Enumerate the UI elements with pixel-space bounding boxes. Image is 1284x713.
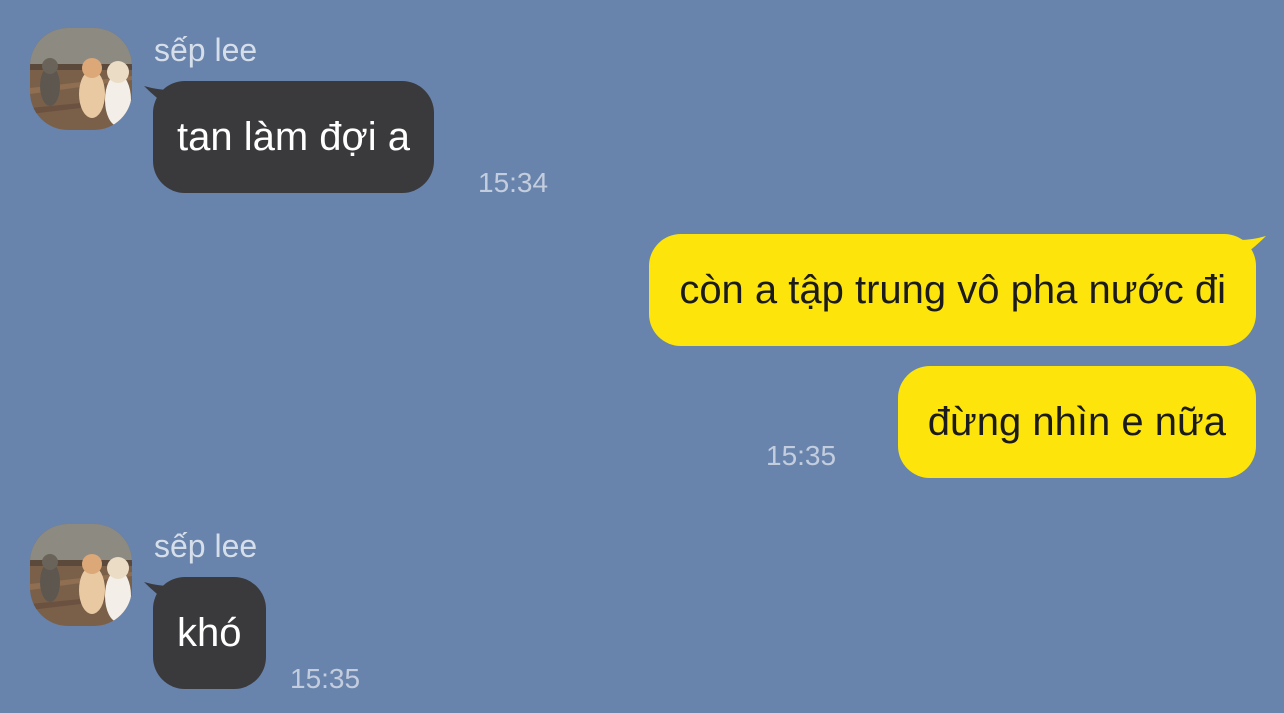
sender-name: sếp lee (154, 32, 258, 68)
message-text: tan làm đợi a (177, 115, 411, 159)
message-text: khó (177, 611, 242, 655)
message-time: 15:35 (766, 440, 837, 471)
message-bubble[interactable]: khó (153, 577, 266, 689)
sender-avatar[interactable] (30, 28, 132, 130)
message-text: đừng nhìn e nữa (927, 400, 1226, 444)
message-bubble[interactable]: đừng nhìn e nữa (897, 366, 1256, 478)
message-bubble[interactable]: còn a tập trung vô pha nước đi (649, 234, 1256, 346)
message-time: 15:35 (290, 663, 361, 694)
message-time: 15:34 (478, 167, 549, 198)
message-bubble[interactable]: tan làm đợi a (153, 81, 435, 193)
sender-name: sếp lee (154, 528, 258, 564)
cats-photo-avatar-icon (30, 524, 132, 626)
cats-photo-avatar-icon (30, 28, 132, 130)
message-text: còn a tập trung vô pha nước đi (679, 268, 1226, 312)
sender-avatar[interactable] (30, 524, 132, 626)
chat-view: sếp lee tan làm đợi a 15:34 còn a tập tr… (0, 0, 1284, 713)
